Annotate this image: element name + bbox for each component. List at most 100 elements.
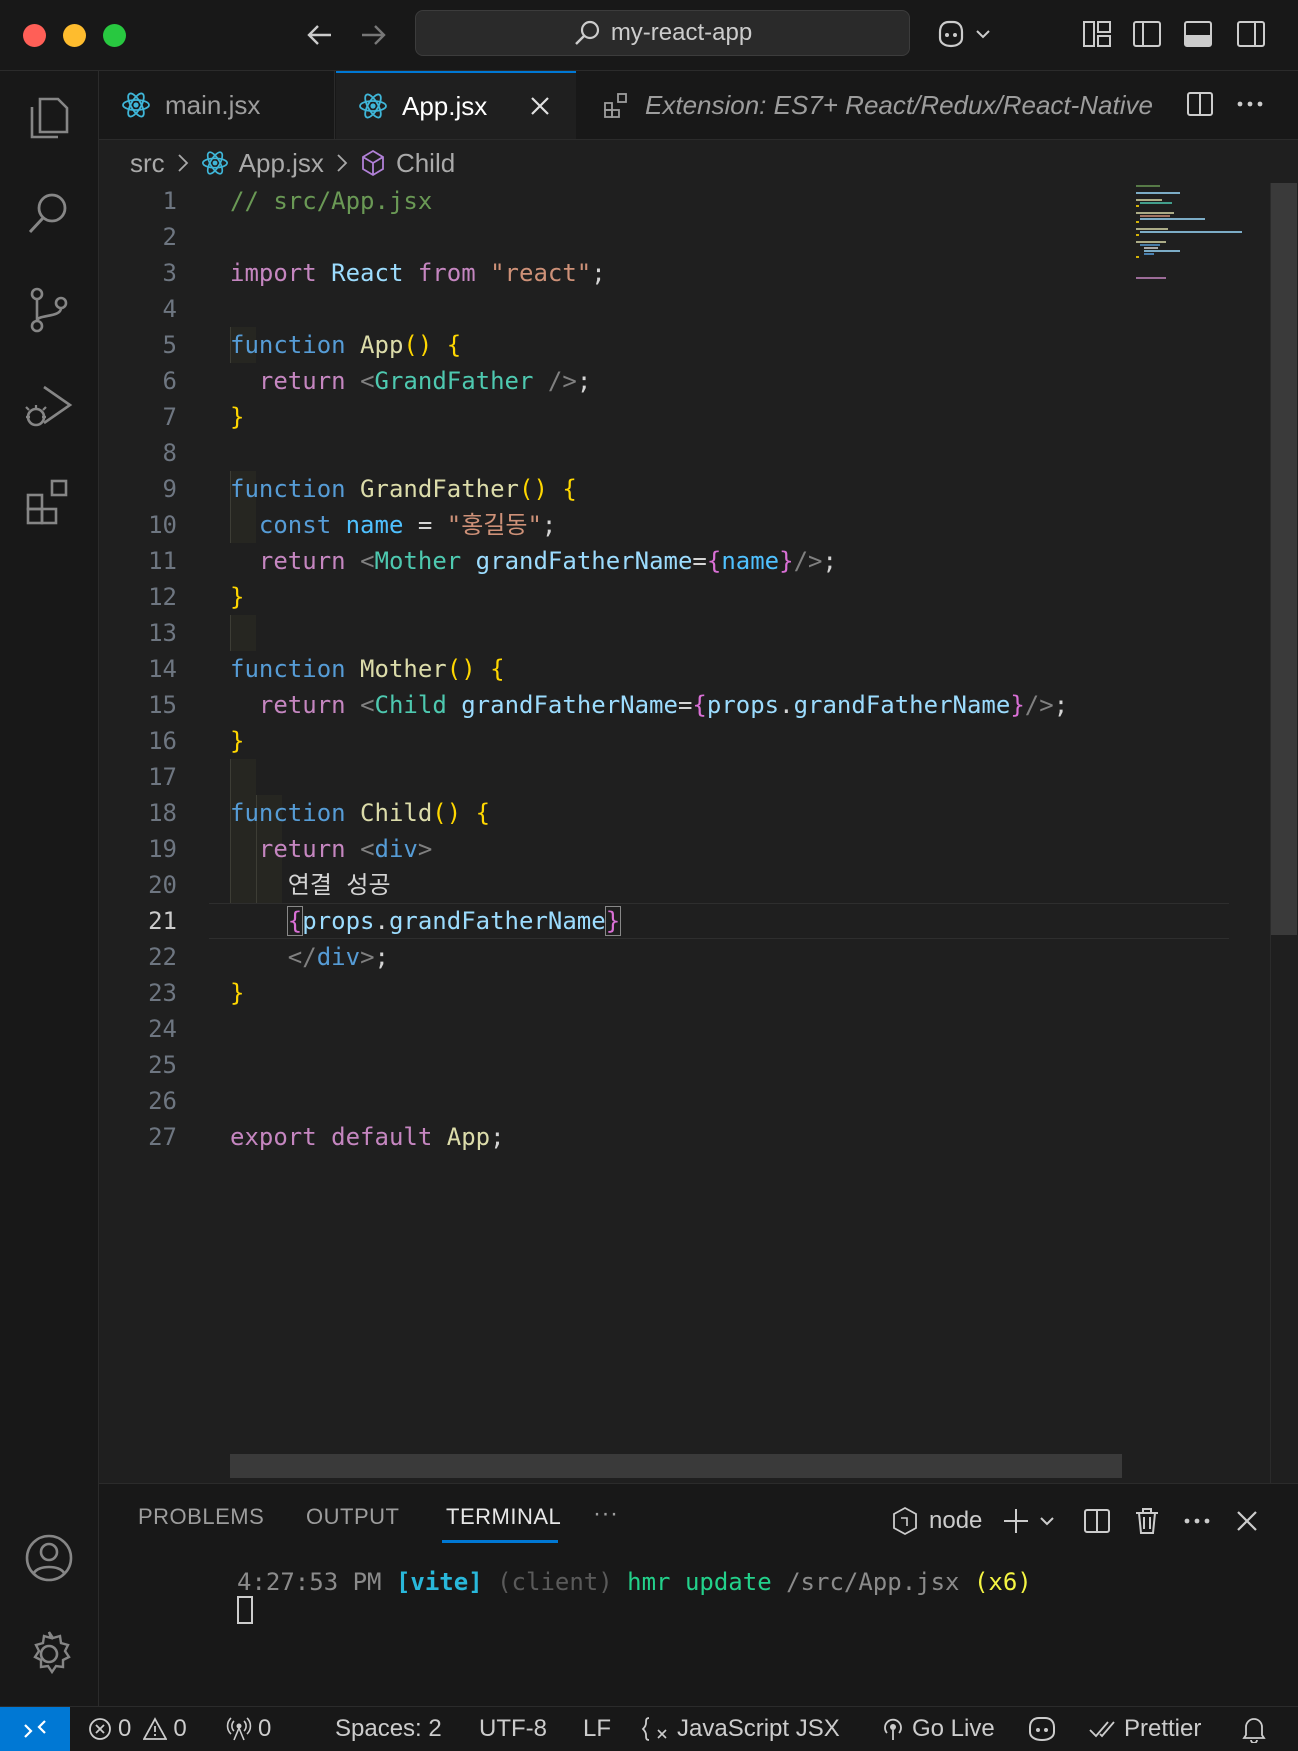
toggle-primary-sidebar-icon[interactable]: [1131, 18, 1163, 50]
tab-extension-es7[interactable]: Extension: ES7+ React/Redux/React-Native: [577, 71, 1277, 139]
nodejs-icon: [891, 1506, 919, 1536]
horizontal-scrollbar[interactable]: [230, 1454, 1122, 1478]
code-line: 16}: [148, 727, 245, 755]
minimize-window-button[interactable]: [63, 24, 86, 47]
panel-more-tabs[interactable]: ···: [593, 1500, 618, 1528]
tab-label: App.jsx: [402, 90, 488, 121]
split-terminal-icon[interactable]: [1082, 1506, 1112, 1536]
code-line: 20 연결 성공: [148, 871, 391, 899]
tab-label: Extension: ES7+ React/Redux/React-Native: [645, 89, 1153, 120]
bottom-panel: PROBLEMS OUTPUT TERMINAL ··· node 4:27:5…: [99, 1483, 1298, 1707]
code-line: 2: [162, 223, 177, 251]
terminal-cursor[interactable]: [237, 1596, 253, 1624]
react-icon: [121, 90, 151, 120]
run-and-debug-icon[interactable]: [22, 379, 76, 433]
code-line: 3 import React from "react";: [162, 259, 606, 287]
new-terminal-icon[interactable]: [1002, 1506, 1062, 1536]
command-center-search[interactable]: my-react-app: [415, 10, 910, 56]
breadcrumb-file[interactable]: App.jsx: [239, 148, 324, 179]
language-mode-status[interactable]: JavaScript JSX: [641, 1707, 840, 1751]
split-editor-icon[interactable]: [1185, 89, 1215, 119]
active-tab-indicator: [442, 1540, 558, 1543]
close-window-button[interactable]: [23, 24, 46, 47]
explorer-icon[interactable]: [22, 91, 76, 145]
more-actions-icon[interactable]: [1182, 1506, 1212, 1536]
tab-main-jsx[interactable]: main.jsx: [99, 71, 335, 139]
trash-icon[interactable]: [1132, 1506, 1162, 1536]
code-line: 13: [148, 619, 177, 647]
back-arrow-icon[interactable]: [303, 18, 337, 52]
code-line: 19 return <div>: [148, 835, 433, 863]
problems-status[interactable]: 0 0: [88, 1707, 187, 1751]
encoding-status[interactable]: UTF-8: [479, 1707, 547, 1751]
scrollbar-thumb[interactable]: [1271, 183, 1297, 935]
search-icon: [573, 19, 601, 47]
react-icon: [201, 149, 229, 177]
code-line: 12}: [148, 583, 245, 611]
code-line: 25: [148, 1051, 177, 1079]
eol-status[interactable]: LF: [583, 1707, 611, 1751]
source-control-icon[interactable]: [22, 283, 76, 337]
search-icon[interactable]: [22, 187, 76, 241]
react-icon: [358, 91, 388, 121]
accounts-icon[interactable]: [22, 1531, 76, 1585]
breadcrumb-symbol[interactable]: Child: [396, 148, 455, 179]
workspace-name: my-react-app: [610, 19, 753, 46]
code-line: 14 function Mother() {: [148, 655, 505, 683]
code-line: 26: [148, 1087, 177, 1115]
terminal-shell-selector[interactable]: node: [891, 1506, 1001, 1536]
code-editor[interactable]: 1// src/App.jsx 2 3 import React from "re…: [99, 183, 1269, 1483]
remote-indicator[interactable]: [0, 1707, 70, 1751]
copilot-icon[interactable]: [935, 18, 995, 50]
tab-problems[interactable]: PROBLEMS: [138, 1504, 264, 1530]
code-line: 15 return <Child grandFatherName={props.…: [148, 691, 1069, 719]
tab-app-jsx[interactable]: App.jsx: [336, 71, 576, 139]
code-line: 10 const name = "홍길동";: [148, 511, 557, 539]
tab-terminal[interactable]: TERMINAL: [446, 1504, 561, 1530]
close-tab-icon[interactable]: [529, 95, 551, 117]
extensions-icon[interactable]: [22, 475, 76, 529]
code-line-current: 21 {props.grandFatherName}: [148, 906, 622, 936]
extension-icon: [603, 91, 631, 119]
indentation-status[interactable]: Spaces: 2: [335, 1707, 442, 1751]
code-line: 5 function App() {: [162, 331, 462, 359]
code-line: 24: [148, 1015, 177, 1043]
symbol-cube-icon: [360, 149, 386, 177]
tab-label: main.jsx: [165, 89, 261, 120]
code-line: 9 function GrandFather() {: [162, 475, 577, 503]
tab-output[interactable]: OUTPUT: [306, 1504, 399, 1530]
double-check-icon: [1088, 1718, 1118, 1740]
broadcast-icon: [226, 1716, 252, 1742]
status-bar: 0 0 0 Spaces: 2 UTF-8 LF JavaScript JSX …: [0, 1706, 1298, 1751]
chevron-right-icon: [175, 152, 191, 174]
activity-bar: [0, 71, 99, 1706]
editor-tab-bar: main.jsx App.jsx Extension: ES7+ React/R…: [99, 71, 1298, 140]
go-live-status[interactable]: Go Live: [880, 1707, 995, 1751]
toggle-panel-icon[interactable]: [1182, 18, 1214, 50]
code-line: 4: [162, 295, 177, 323]
toggle-secondary-sidebar-icon[interactable]: [1235, 18, 1267, 50]
code-line: 17: [148, 763, 177, 791]
more-actions-icon[interactable]: [1235, 89, 1265, 119]
bell-icon[interactable]: [1241, 1707, 1267, 1751]
code-line: 6 return <GrandFather />;: [162, 367, 592, 395]
minimap[interactable]: [1130, 183, 1252, 483]
ports-status[interactable]: 0: [226, 1707, 271, 1751]
code-line: 22 </div>;: [148, 943, 389, 971]
code-line: 7}: [162, 403, 245, 431]
prettier-status[interactable]: Prettier: [1088, 1707, 1201, 1751]
forward-arrow-icon[interactable]: [356, 18, 390, 52]
error-icon: [88, 1717, 112, 1741]
maximize-window-button[interactable]: [103, 24, 126, 47]
shell-name: node: [929, 1507, 983, 1534]
warning-icon: [143, 1717, 168, 1741]
customize-layout-icon[interactable]: [1081, 18, 1113, 50]
manage-gear-icon[interactable]: [22, 1627, 76, 1681]
close-panel-icon[interactable]: [1232, 1506, 1262, 1536]
copilot-icon[interactable]: [1026, 1707, 1058, 1751]
breadcrumb: src App.jsx Child: [130, 143, 455, 183]
code-line: 18 function Child() {: [148, 799, 491, 827]
vertical-scrollbar[interactable]: [1270, 183, 1297, 1483]
breadcrumb-folder[interactable]: src: [130, 148, 165, 179]
code-line: 23}: [148, 979, 245, 1007]
